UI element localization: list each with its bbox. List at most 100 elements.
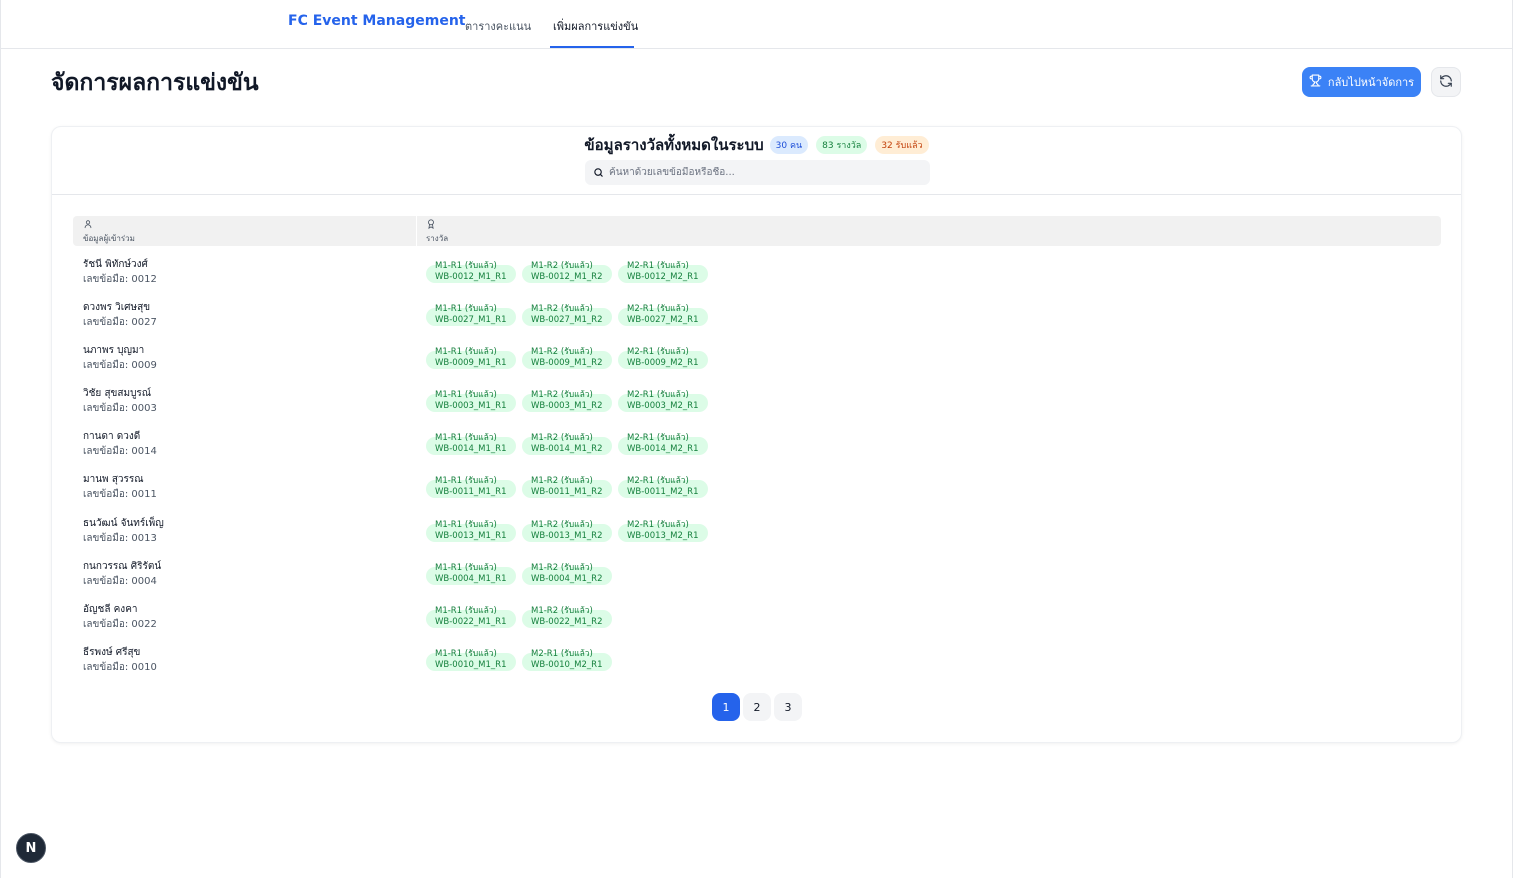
wristband-number: เลขข้อมือ: 0004	[83, 575, 157, 587]
trophy-icon	[1309, 74, 1322, 90]
participant-name: กานดา ดวงดี	[83, 431, 141, 443]
award-badge[interactable]: M2-R1 (รับแล้ว) WB-0010_M2_R1	[522, 646, 612, 675]
award-code: WB-0003_M1_R2	[531, 401, 603, 412]
award-status: M1-R2 (รับแล้ว)	[531, 347, 593, 358]
table-row: มานพ สุวรรณ เลขข้อมือ: 0011 M1-R1 (รับแล้ว…	[73, 470, 1441, 513]
award-status: M2-R1 (รับแล้ว)	[627, 433, 689, 444]
award-status: M1-R1 (รับแล้ว)	[435, 261, 497, 271]
search-box[interactable]	[585, 160, 930, 185]
back-to-management-button[interactable]: กลับไปหน้าจัดการ	[1302, 67, 1421, 97]
refresh-button[interactable]	[1431, 67, 1461, 97]
award-badge[interactable]: M1-R1 (รับแล้ว) WB-0012_M1_R1	[426, 258, 516, 287]
award-status: M1-R1 (รับแล้ว)	[435, 433, 497, 444]
top-nav: FC Event Management ตารางคะแนน เพิ่มผลกา…	[1, 0, 1512, 49]
wristband-number: เลขข้อมือ: 0003	[83, 403, 157, 415]
table-row: ดวงพร วิเศษสุข เลขข้อมือ: 0027 M1-R1 (รับแ…	[73, 298, 1441, 341]
award-badge[interactable]: M2-R1 (รับแล้ว) WB-0009_M2_R1	[618, 344, 708, 373]
award-badge[interactable]: M1-R2 (รับแล้ว) WB-0012_M1_R2	[522, 258, 612, 287]
award-code: WB-0004_M1_R1	[435, 573, 507, 584]
award-badge[interactable]: M1-R2 (รับแล้ว) WB-0009_M1_R2	[522, 344, 612, 373]
award-badge[interactable]: M1-R2 (รับแล้ว) WB-0004_M1_R2	[522, 560, 612, 589]
awards-card: ข้อมูลรางวัลทั้งหมดในระบบ 30 คน 83 รางวั…	[51, 126, 1462, 743]
participant-name: อัญชลี คงคา	[83, 603, 138, 615]
tab-scoreboard[interactable]: ตารางคะแนน	[465, 17, 531, 35]
award-badge[interactable]: M2-R1 (รับแล้ว) WB-0012_M2_R1	[618, 258, 708, 287]
page-button-1[interactable]: 1	[712, 693, 740, 721]
table-row: ธนวัฒน์ จันทร์เพ็ญเลขข้อมือ: 0013 M1-R1 (…	[73, 514, 1441, 557]
award-code: WB-0022_M1_R2	[531, 616, 603, 627]
award-status: M2-R1 (รับแล้ว)	[627, 519, 689, 530]
award-status: M1-R1 (รับแล้ว)	[435, 648, 497, 659]
award-badge[interactable]: M1-R1 (รับแล้ว) WB-0013_M1_R1	[426, 517, 516, 546]
dev-tools-badge[interactable]: N	[16, 833, 46, 863]
search-icon	[593, 163, 604, 182]
award-badge[interactable]: M1-R2 (รับแล้ว) WB-0022_M1_R2	[522, 603, 612, 632]
refresh-icon	[1439, 73, 1453, 92]
wristband-number: เลขข้อมือ: 0022	[83, 618, 157, 630]
award-status: M1-R1 (รับแล้ว)	[435, 476, 497, 487]
award-badge[interactable]: M1-R2 (รับแล้ว) WB-0003_M1_R2	[522, 387, 612, 416]
awards-count-badge: 83 รางวัล	[816, 136, 868, 154]
award-badge[interactable]: M1-R1 (รับแล้ว) WB-0022_M1_R1	[426, 603, 516, 632]
award-badge[interactable]: M1-R1 (รับแล้ว) WB-0003_M1_R1	[426, 387, 516, 416]
award-badge[interactable]: M1-R1 (รับแล้ว) WB-0027_M1_R1	[426, 301, 516, 330]
award-code: WB-0004_M1_R2	[531, 573, 603, 584]
award-badge[interactable]: M1-R2 (รับแล้ว) WB-0013_M1_R2	[522, 517, 612, 546]
award-code: WB-0022_M1_R1	[435, 616, 507, 627]
award-list: M1-R1 (รับแล้ว) WB-0003_M1_R1 M1-R2 (รับแล…	[426, 387, 708, 416]
award-icon	[426, 219, 436, 231]
table-row: กานดา ดวงดี เลขข้อมือ: 0014 M1-R1 (รับแล้ว…	[73, 427, 1441, 470]
award-badge[interactable]: M1-R1 (รับแล้ว) WB-0004_M1_R1	[426, 560, 516, 589]
column-participant: ข้อมูลผู้เข้าร่วม	[83, 219, 135, 245]
award-badge[interactable]: M2-R1 (รับแล้ว) WB-0013_M2_R1	[618, 517, 708, 546]
award-badge[interactable]: M2-R1 (รับแล้ว) WB-0027_M2_R1	[618, 301, 708, 330]
award-list: M1-R1 (รับแล้ว) WB-0022_M1_R1 M1-R2 (รับแล…	[426, 603, 612, 632]
wristband-number: เลขข้อมือ: 0011	[83, 489, 157, 501]
award-list: M1-R1 (รับแล้ว) WB-0013_M1_R1 M1-R2 (รับแล…	[426, 517, 708, 546]
award-badge[interactable]: M1-R1 (รับแล้ว) WB-0010_M1_R1	[426, 646, 516, 675]
award-code: WB-0012_M2_R1	[627, 272, 699, 282]
participant-name: ธนวัฒน์ จันทร์เพ็ญ	[83, 517, 164, 529]
participant-name: รัชนี พิทักษ์วงศ์	[83, 259, 148, 270]
participant-name: นภาพร บุญมา	[83, 345, 145, 357]
wristband-number: เลขข้อมือ: 0009	[83, 360, 157, 372]
search-input[interactable]	[609, 167, 919, 178]
page-button-2[interactable]: 2	[743, 693, 771, 721]
card-header: ข้อมูลรางวัลทั้งหมดในระบบ 30 คน 83 รางวั…	[52, 127, 1461, 195]
table-row: กนกวรรณ ศิริรัตน์ เลขข้อมือ: 0004 M1-R1 (ร…	[73, 557, 1441, 600]
award-status: M1-R2 (รับแล้ว)	[531, 433, 593, 444]
wristband-number: เลขข้อมือ: 0010	[83, 661, 157, 673]
award-badge[interactable]: M1-R2 (รับแล้ว) WB-0014_M1_R2	[522, 430, 612, 459]
page-title: จัดการผลการแข่งขัน	[51, 70, 259, 96]
page-button-3[interactable]: 3	[774, 693, 802, 721]
brand-title[interactable]: FC Event Management	[288, 13, 465, 29]
award-code: WB-0013_M1_R1	[435, 530, 507, 541]
award-status: M1-R1 (รับแล้ว)	[435, 347, 497, 358]
award-code: WB-0009_M1_R1	[435, 358, 507, 369]
award-list: M1-R1 (รับแล้ว) WB-0011_M1_R1 M1-R2 (รับแล…	[426, 473, 708, 502]
award-badge[interactable]: M1-R1 (รับแล้ว) WB-0014_M1_R1	[426, 430, 516, 459]
award-badge[interactable]: M2-R1 (รับแล้ว) WB-0003_M2_R1	[618, 387, 708, 416]
tab-add-results[interactable]: เพิ่มผลการแข่งขัน	[553, 17, 638, 35]
column-divider	[416, 216, 417, 246]
award-code: WB-0012_M1_R1	[435, 272, 507, 282]
award-badge[interactable]: M1-R2 (รับแล้ว) WB-0027_M1_R2	[522, 301, 612, 330]
people-count-badge: 30 คน	[769, 136, 809, 154]
user-icon	[83, 220, 93, 231]
award-badge[interactable]: M1-R2 (รับแล้ว) WB-0011_M1_R2	[522, 473, 612, 502]
table-row: อัญชลี คงคาเลขข้อมือ: 0022 M1-R1 (รับแล้ว…	[73, 600, 1441, 643]
award-badge[interactable]: M2-R1 (รับแล้ว) WB-0011_M2_R1	[618, 473, 708, 502]
award-badge[interactable]: M2-R1 (รับแล้ว) WB-0014_M2_R1	[618, 430, 708, 459]
award-code: WB-0027_M2_R1	[627, 315, 699, 326]
wristband-number: เลขข้อมือ: 0013	[83, 532, 157, 544]
table-header: ข้อมูลผู้เข้าร่วม รางวัล	[73, 216, 1441, 246]
award-status: M2-R1 (รับแล้ว)	[627, 261, 689, 271]
participant-name: ดวงพร วิเศษสุข	[83, 302, 151, 314]
award-code: WB-0003_M1_R1	[435, 401, 507, 412]
award-status: M1-R2 (รับแล้ว)	[531, 304, 593, 315]
award-list: M1-R1 (รับแล้ว) WB-0010_M1_R1 M2-R1 (รับแล…	[426, 646, 612, 675]
award-status: M2-R1 (รับแล้ว)	[627, 347, 689, 358]
award-code: WB-0011_M1_R1	[435, 487, 507, 498]
award-badge[interactable]: M1-R1 (รับแล้ว) WB-0009_M1_R1	[426, 344, 516, 373]
award-badge[interactable]: M1-R1 (รับแล้ว) WB-0011_M1_R1	[426, 473, 516, 502]
